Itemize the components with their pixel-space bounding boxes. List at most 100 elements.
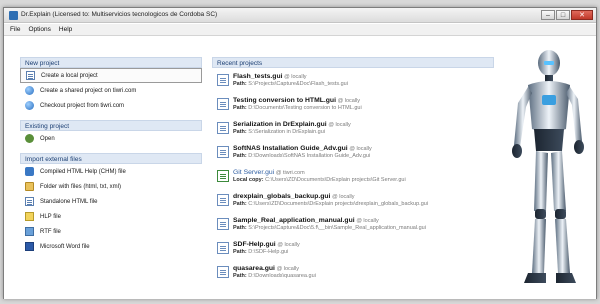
- recent-project-text: Flash_tests.gui @ locally Path: S:\Projec…: [233, 73, 348, 92]
- path-label: Path:: [233, 129, 247, 135]
- path-label: Path:: [233, 225, 247, 231]
- project-path: D:\Downloads\quasarea.gui: [248, 273, 316, 279]
- project-file-icon: [217, 170, 229, 182]
- recent-project-text: SoftNAS Installation Guide_Adv.gui @ loc…: [233, 145, 372, 164]
- recent-project-item[interactable]: Serialization in DrExplain.gui @ locally…: [212, 116, 494, 140]
- project-location: @ locally: [277, 242, 300, 248]
- project-location: @ locally: [356, 218, 379, 224]
- create-local-project-item[interactable]: Create a local project: [20, 68, 202, 83]
- recent-project-item[interactable]: Flash_tests.gui @ locally Path: S:\Projec…: [212, 68, 494, 92]
- window-title: Dr.Explain (Licensed to: Multiservicios …: [21, 11, 218, 18]
- rtf-file-icon: [25, 227, 34, 236]
- recent-project-item[interactable]: SDF-Help.gui @ locally Path: D:\SDF-Help.…: [212, 236, 494, 260]
- project-name[interactable]: Sample_Real_application_manual.gui: [233, 217, 355, 224]
- item-label: Folder with files (html, txt, xml): [40, 183, 122, 190]
- project-file-icon: [217, 122, 229, 134]
- robot-mascot-illustration: [512, 50, 584, 283]
- item-label: Open: [40, 135, 55, 142]
- project-location: @ locally: [284, 74, 307, 80]
- create-shared-project-item[interactable]: Create a shared project on tiwri.com: [20, 83, 202, 98]
- import-hlp-item[interactable]: HLP file: [20, 209, 202, 224]
- maximize-button[interactable]: □: [556, 10, 570, 20]
- menu-help[interactable]: Help: [59, 26, 72, 33]
- chm-help-icon: [25, 167, 34, 176]
- project-path: C:\Users\ZD\Documents\DrExplain projects…: [248, 201, 429, 207]
- project-location: @ locally: [337, 98, 361, 104]
- import-files-header: Import external files: [20, 153, 202, 164]
- menu-file[interactable]: File: [10, 26, 20, 33]
- project-name[interactable]: Flash_tests.gui: [233, 73, 282, 80]
- path-label: Path:: [233, 105, 247, 111]
- import-rtf-item[interactable]: RTF file: [20, 224, 202, 239]
- path-label: Path:: [233, 273, 247, 279]
- project-name[interactable]: Testing conversion to HTML.gui: [233, 97, 336, 104]
- recent-project-item[interactable]: drexplain_globals_backup.gui @ locally Pa…: [212, 188, 494, 212]
- item-label: Microsoft Word file: [40, 243, 90, 250]
- word-file-icon: [25, 242, 34, 251]
- item-label: HLP file: [40, 213, 61, 220]
- recent-project-item[interactable]: Sample_Real_application_manual.gui @ loc…: [212, 212, 494, 236]
- checkout-project-item[interactable]: Checkout project from tiwri.com: [20, 98, 202, 113]
- path-label: Local copy:: [233, 177, 264, 183]
- recent-project-text: SDF-Help.gui @ locally Path: D:\SDF-Help.…: [233, 241, 300, 260]
- item-label: Create a local project: [41, 72, 98, 79]
- title-bar: Dr.Explain (Licensed to: Multiservicios …: [4, 8, 596, 23]
- project-file-icon: [217, 266, 229, 278]
- project-location: @ locally: [276, 266, 300, 272]
- html-file-icon: [25, 197, 34, 206]
- menu-options[interactable]: Options: [28, 26, 50, 33]
- project-path: S:\Serialization in DrExplain.gui: [248, 129, 326, 135]
- project-path: D:\SDF-Help.gui: [248, 249, 289, 255]
- project-name[interactable]: Git Server.gui: [233, 169, 274, 176]
- project-name[interactable]: quasarea.gui: [233, 265, 275, 272]
- recent-project-text: Testing conversion to HTML.gui @ locally…: [233, 97, 362, 116]
- folder-icon: [25, 182, 34, 191]
- minimize-button[interactable]: –: [541, 10, 555, 20]
- project-file-icon: [217, 242, 229, 254]
- import-chm-item[interactable]: Compiled HTML Help (CHM) file: [20, 164, 202, 179]
- recent-project-item[interactable]: Git Server.gui @ tiwri.com Local copy: C:…: [212, 164, 494, 188]
- project-file-icon: [217, 146, 229, 158]
- project-path: C:\Users\ZD\Documents\DrExplain projects…: [265, 177, 406, 183]
- project-file-icon: [217, 218, 229, 230]
- project-file-icon: [217, 194, 229, 206]
- recent-project-text: drexplain_globals_backup.gui @ locally Pa…: [233, 193, 428, 212]
- recent-project-item[interactable]: Testing conversion to HTML.gui @ locally…: [212, 92, 494, 116]
- project-path: S:\Projects\Capture&Doc\Flash_tests.gui: [248, 81, 348, 87]
- project-location: @ locally: [332, 194, 355, 200]
- project-name[interactable]: SoftNAS Installation Guide_Adv.gui: [233, 145, 348, 152]
- item-label: Standalone HTML file: [40, 198, 98, 205]
- project-name[interactable]: drexplain_globals_backup.gui: [233, 193, 330, 200]
- recent-project-item[interactable]: quasarea.gui @ locally Path: D:\Downloads…: [212, 260, 494, 284]
- recent-projects-panel: Recent projects Flash_tests.gui @ locall…: [212, 57, 494, 284]
- item-label: Create a shared project on tiwri.com: [40, 87, 137, 94]
- recent-project-text: Serialization in DrExplain.gui @ locally…: [233, 121, 351, 140]
- project-name[interactable]: SDF-Help.gui: [233, 241, 276, 248]
- existing-project-header: Existing project: [20, 120, 202, 131]
- app-logo-icon: [9, 11, 18, 20]
- import-folder-item[interactable]: Folder with files (html, txt, xml): [20, 179, 202, 194]
- project-file-icon: [217, 74, 229, 86]
- project-name[interactable]: Serialization in DrExplain.gui: [233, 121, 327, 128]
- path-label: Path:: [233, 201, 247, 207]
- recent-project-text: Sample_Real_application_manual.gui @ loc…: [233, 217, 426, 236]
- new-project-header: New project: [20, 57, 202, 68]
- hlp-file-icon: [25, 212, 34, 221]
- open-icon: [25, 134, 34, 143]
- item-label: Compiled HTML Help (CHM) file: [40, 168, 126, 175]
- recent-project-item[interactable]: SoftNAS Installation Guide_Adv.gui @ loc…: [212, 140, 494, 164]
- import-word-item[interactable]: Microsoft Word file: [20, 239, 202, 254]
- item-label: Checkout project from tiwri.com: [40, 102, 125, 109]
- left-panel: New project Create a local project Creat…: [20, 57, 202, 254]
- open-project-item[interactable]: Open: [20, 131, 202, 146]
- recent-project-text: quasarea.gui @ locally Path: D:\Downloads…: [233, 265, 316, 284]
- globe-icon: [25, 86, 34, 95]
- path-label: Path:: [233, 153, 247, 159]
- project-location: @ locally: [349, 146, 372, 152]
- close-button[interactable]: ✕: [571, 10, 593, 20]
- document-icon: [26, 71, 35, 80]
- recent-projects-header: Recent projects: [212, 57, 494, 68]
- recent-projects-list: Flash_tests.gui @ locally Path: S:\Projec…: [212, 68, 494, 284]
- import-html-item[interactable]: Standalone HTML file: [20, 194, 202, 209]
- project-location: @ locally: [328, 122, 351, 128]
